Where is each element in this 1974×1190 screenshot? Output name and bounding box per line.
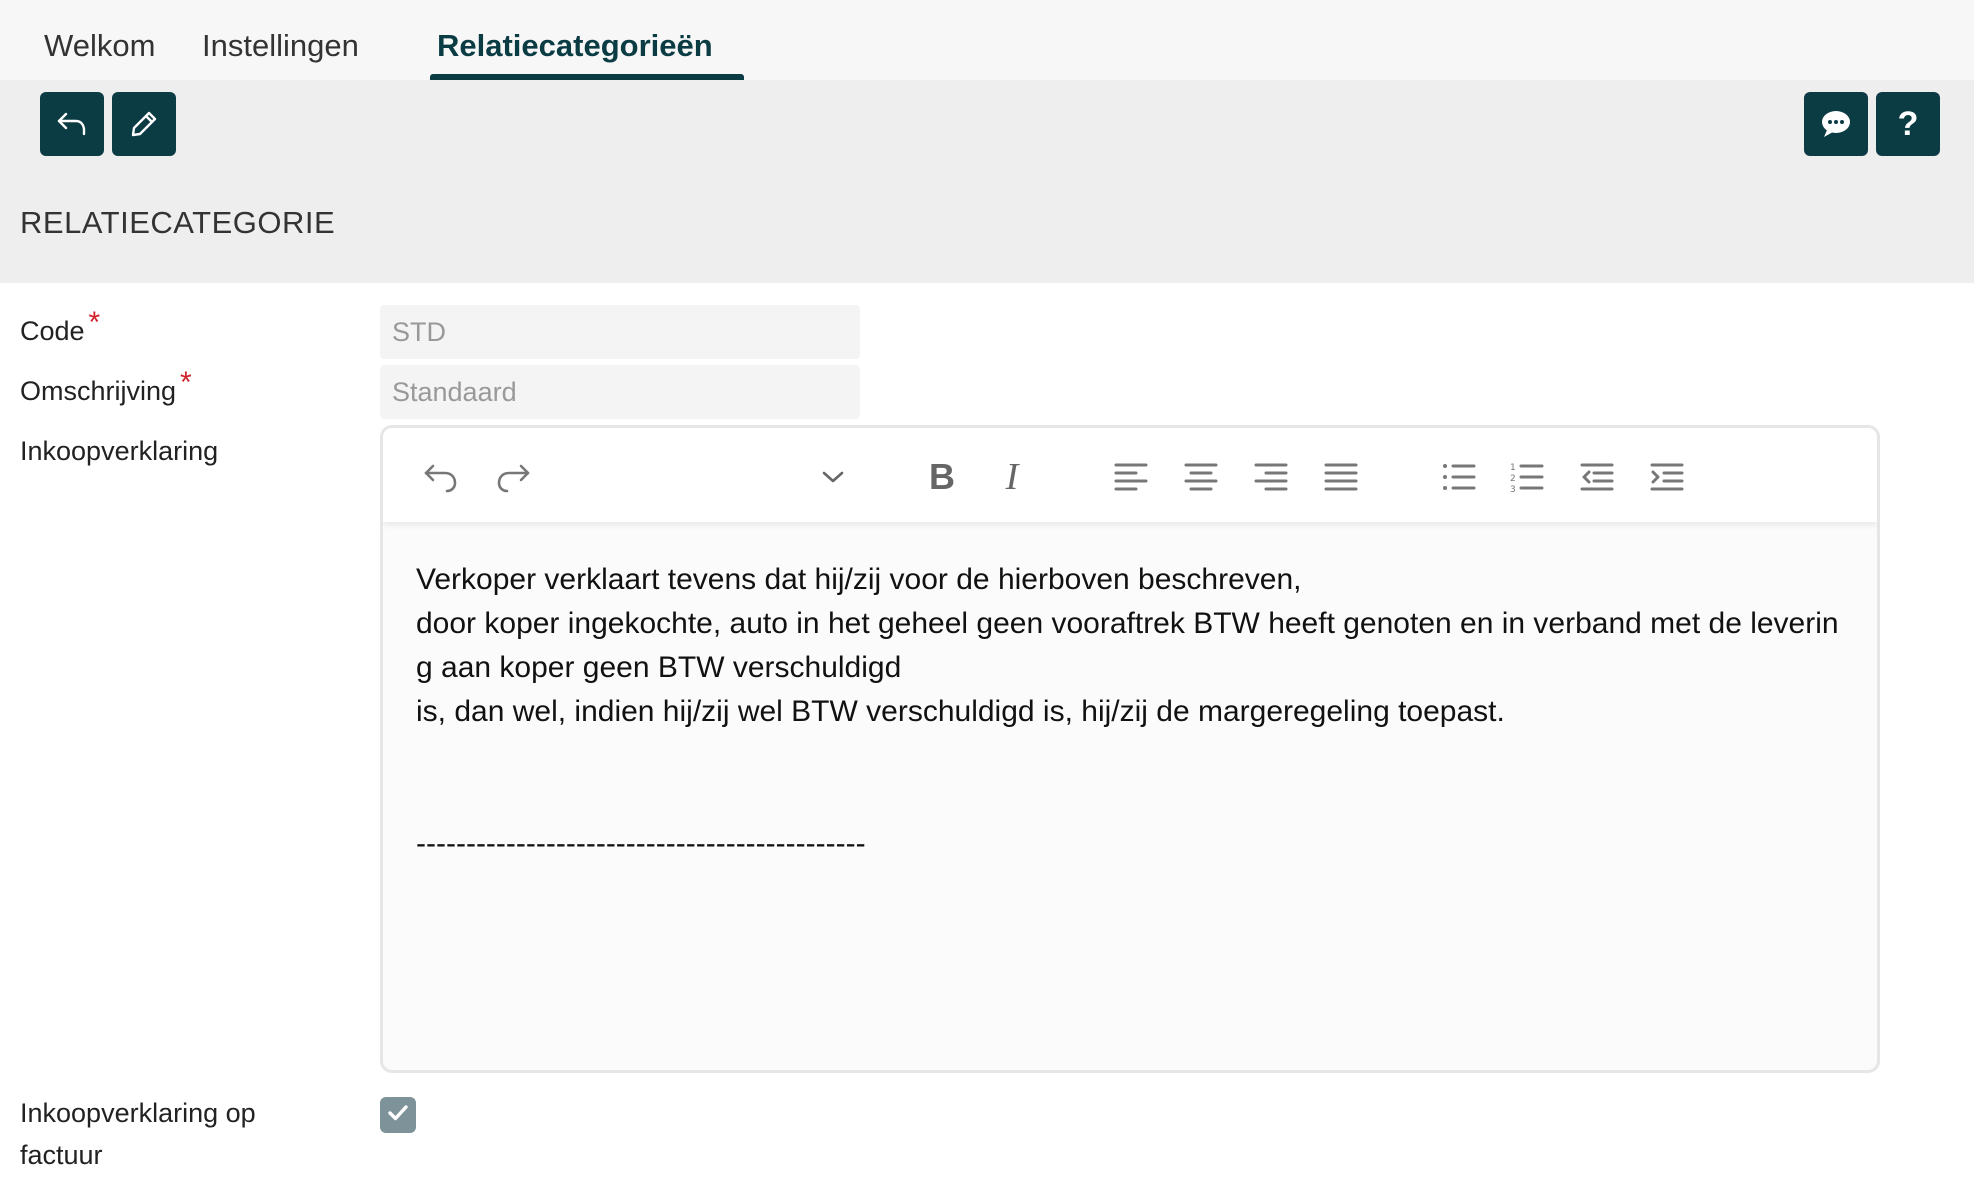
format-dropdown[interactable] xyxy=(811,455,855,499)
label-line: factuur xyxy=(20,1140,103,1170)
bold-button[interactable]: B xyxy=(920,455,964,499)
bullet-list-button[interactable] xyxy=(1437,455,1481,499)
tab-relatiecategorieen[interactable]: Relatiecategorieën xyxy=(437,28,713,64)
indent-icon xyxy=(1650,462,1684,492)
redo-icon xyxy=(495,461,531,493)
inkoopverklaring-op-factuur-label: Inkoopverklaring op factuur xyxy=(20,1092,256,1176)
chevron-down-icon xyxy=(821,469,845,485)
help-button[interactable]: ? xyxy=(1876,92,1940,156)
redo-button[interactable] xyxy=(491,455,535,499)
tab-instellingen[interactable]: Instellingen xyxy=(202,28,359,64)
help-icon: ? xyxy=(1897,105,1919,143)
tab-bar: Welkom Instellingen Relatiecategorieën xyxy=(0,0,1974,80)
svg-text:3: 3 xyxy=(1510,485,1516,493)
undo-icon xyxy=(423,461,459,493)
inkoopverklaring-editor: B I 1 2 3 Verkoper verklaart tevens dat … xyxy=(380,425,1880,1073)
outdent-icon xyxy=(1580,462,1614,492)
inkoopverklaring-op-factuur-checkbox[interactable] xyxy=(380,1097,416,1133)
align-center-icon xyxy=(1184,462,1218,492)
omschrijving-label-text: Omschrijving xyxy=(20,376,177,406)
align-left-button[interactable] xyxy=(1109,455,1153,499)
required-marker: * xyxy=(180,366,192,399)
editor-toolbar: B I 1 2 3 xyxy=(383,428,1877,522)
align-right-icon xyxy=(1254,462,1288,492)
indent-button[interactable] xyxy=(1645,455,1689,499)
outdent-button[interactable] xyxy=(1575,455,1619,499)
align-justify-icon xyxy=(1324,462,1358,492)
omschrijving-label: Omschrijving * xyxy=(20,366,192,408)
bullet-list-icon xyxy=(1442,462,1476,492)
tab-welkom[interactable]: Welkom xyxy=(44,28,155,64)
numbered-list-icon: 1 2 3 xyxy=(1510,461,1544,493)
back-button[interactable] xyxy=(40,92,104,156)
align-left-icon xyxy=(1114,462,1148,492)
required-marker: * xyxy=(88,306,101,339)
chat-icon xyxy=(1820,109,1852,139)
align-right-button[interactable] xyxy=(1249,455,1293,499)
svg-text:1: 1 xyxy=(1510,463,1516,473)
back-arrow-icon xyxy=(56,110,88,138)
bold-icon: B xyxy=(929,456,955,497)
italic-icon: I xyxy=(1005,456,1019,498)
numbered-list-button[interactable]: 1 2 3 xyxy=(1505,455,1549,499)
inkoopverklaring-label: Inkoopverklaring xyxy=(20,436,219,466)
section-title: RELATIECATEGORIE xyxy=(20,205,336,240)
align-justify-button[interactable] xyxy=(1319,455,1363,499)
edit-button[interactable] xyxy=(112,92,176,156)
label-line: Inkoopverklaring op xyxy=(20,1098,256,1128)
italic-button[interactable]: I xyxy=(990,455,1034,499)
editor-content[interactable]: Verkoper verklaart tevens dat hij/zij vo… xyxy=(416,558,1846,866)
header-band xyxy=(0,80,1974,283)
check-icon xyxy=(387,1104,409,1127)
svg-text:2: 2 xyxy=(1510,474,1516,484)
align-center-button[interactable] xyxy=(1179,455,1223,499)
code-field[interactable] xyxy=(380,305,860,359)
code-label-text: Code xyxy=(20,316,85,346)
code-label: Code * xyxy=(20,306,100,348)
chat-button[interactable] xyxy=(1804,92,1868,156)
undo-button[interactable] xyxy=(419,455,463,499)
pencil-icon xyxy=(129,109,159,139)
omschrijving-field[interactable] xyxy=(380,365,860,419)
